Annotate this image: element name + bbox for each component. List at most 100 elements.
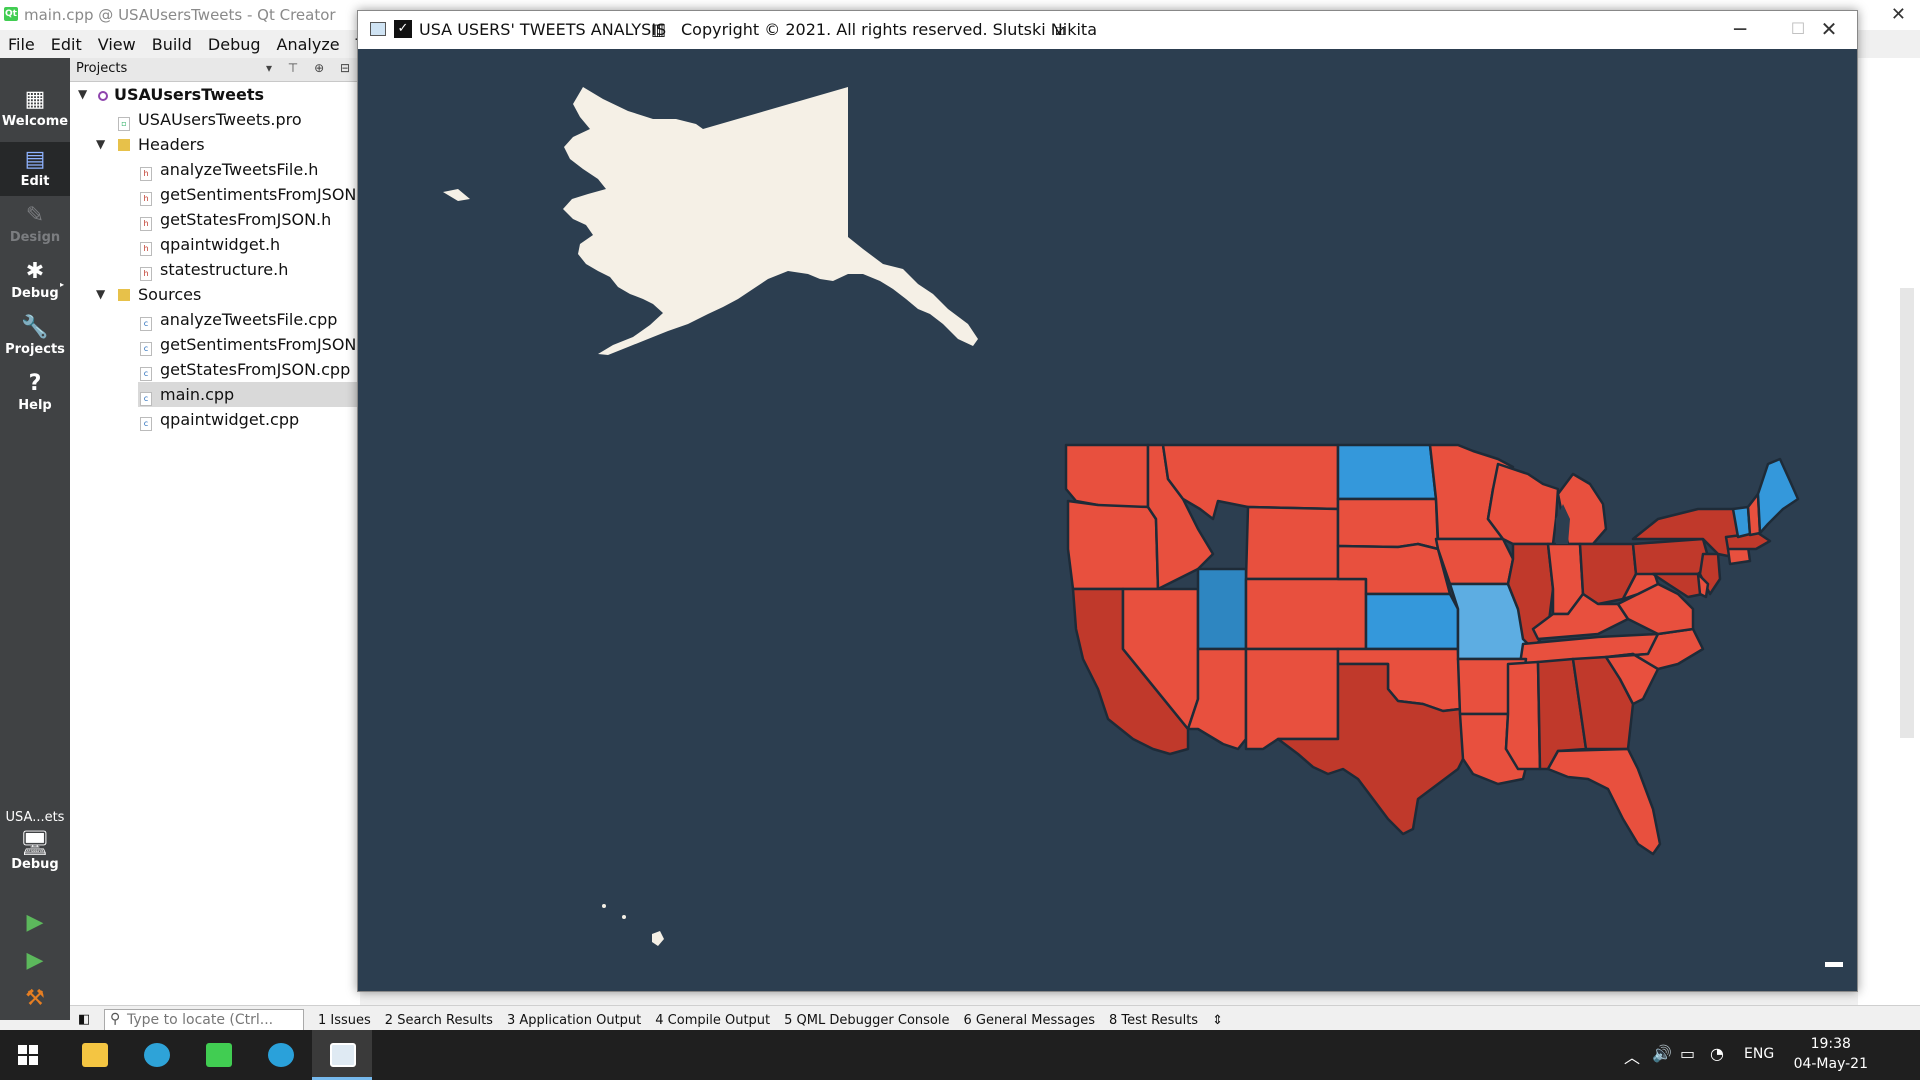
menu-analyze[interactable]: Analyze [269, 35, 348, 54]
tab-search-results[interactable]: 2 Search Results [385, 1013, 493, 1028]
editor-scrollbar[interactable] [1900, 288, 1914, 738]
mode-welcome[interactable]: ▦ Welcome [0, 82, 70, 136]
menu-file[interactable]: File [0, 35, 43, 54]
search-icon: ⚲ [110, 1011, 121, 1027]
hawaii-island [602, 904, 606, 908]
qt-logo-icon: Qt [4, 7, 18, 21]
tree-file[interactable]: h qpaintwidget.h [140, 232, 280, 257]
tree-file[interactable]: c analyzeTweetsFile.cpp [140, 307, 337, 332]
tree-headers-folder[interactable]: ▼ Headers [96, 132, 205, 157]
state-wyoming[interactable] [1244, 505, 1340, 581]
chevron-down-icon: ▼ [96, 287, 106, 301]
run-button[interactable]: ▶ [22, 910, 48, 936]
telegram-button[interactable] [250, 1030, 310, 1080]
telegram-icon [268, 1043, 294, 1067]
cpp-file-icon: c [140, 317, 152, 331]
tree-file[interactable]: c getStatesFromJSON.cpp [140, 357, 350, 382]
edge-button[interactable] [126, 1030, 186, 1080]
usa-tweets-app-button[interactable] [312, 1030, 372, 1080]
tree-file[interactable]: h getSentimentsFromJSON.h [140, 182, 372, 207]
document-icon: ▤ [24, 147, 46, 172]
tab-issues[interactable]: 1 Issues [318, 1013, 371, 1028]
tree-file[interactable]: c qpaintwidget.cpp [140, 407, 299, 432]
state-washington[interactable] [1064, 443, 1150, 509]
tab-compile-output[interactable]: 4 Compile Output [655, 1013, 770, 1028]
mode-edit[interactable]: ▤ Edit [0, 142, 70, 196]
pencil-icon: ✎ [25, 203, 45, 228]
kit-selector[interactable]: USA...ets 🖥 Debug [0, 810, 70, 872]
tab-general-messages[interactable]: 6 General Messages [963, 1013, 1095, 1028]
state-colorado[interactable] [1244, 577, 1368, 651]
clock-date: 04-May-21 [1793, 1056, 1868, 1072]
state-new-mexico[interactable] [1244, 647, 1340, 751]
header-file-icon: h [140, 217, 152, 231]
mode-help[interactable]: ? Help [0, 366, 70, 420]
folder-icon [118, 289, 130, 301]
qt-creator-button[interactable] [188, 1030, 248, 1080]
build-hammer-icon[interactable]: ⚒ [22, 986, 48, 1012]
tree-file[interactable]: h statestructure.h [140, 257, 288, 282]
wifi-icon[interactable]: ◔ [1710, 1044, 1724, 1063]
state-mississippi[interactable] [1504, 660, 1542, 771]
tree-sources-folder[interactable]: ▼ Sources [96, 282, 201, 307]
folder-icon [82, 1043, 108, 1067]
tree-file[interactable]: h analyzeTweetsFile.h [140, 157, 318, 182]
state-south-dakota[interactable] [1336, 497, 1440, 551]
mode-selector: ▦ Welcome ▤ Edit ✎ Design ✱ Debug ▸ 🔧 Pr… [0, 58, 70, 1020]
menu-view[interactable]: View [90, 35, 144, 54]
state-oregon[interactable] [1066, 499, 1160, 591]
mode-projects[interactable]: 🔧 Projects [0, 310, 70, 364]
chevron-up-icon[interactable]: ︿ [1624, 1044, 1640, 1068]
sidebar-toggle-icon[interactable]: ◧ [78, 1012, 90, 1027]
minimize-button[interactable]: ─ [1711, 11, 1769, 49]
state-north-dakota[interactable] [1336, 443, 1438, 501]
qt-close-button[interactable]: ✕ [1891, 4, 1906, 25]
target-name: USA...ets [5, 810, 65, 825]
windows-start-button[interactable] [18, 1045, 38, 1065]
mode-design[interactable]: ✎ Design [0, 198, 70, 252]
system-tray: ︿ 🔊 ▭ ◔ ENG 19:38 04-May-21 [1620, 1030, 1920, 1080]
up-down-arrow-icon[interactable]: ⇕ [1212, 1013, 1223, 1028]
state-iowa[interactable] [1434, 537, 1515, 586]
battery-icon[interactable]: ▭ [1680, 1044, 1695, 1063]
tree-file-selected[interactable]: c main.cpp [138, 382, 360, 407]
editor-area [1858, 58, 1920, 1020]
bar-chart-icon: ▥ [651, 20, 667, 39]
pane-tools[interactable]: ▾ ⊤ ⊕ ⊟ [266, 61, 356, 75]
state-pennsylvania[interactable] [1631, 537, 1712, 576]
tree-file[interactable]: c getSentimentsFromJSON.cpp [140, 332, 391, 357]
clock[interactable]: 19:38 04-May-21 [1794, 1034, 1868, 1074]
menu-build[interactable]: Build [144, 35, 200, 54]
file-explorer-button[interactable] [64, 1030, 124, 1080]
state-kansas[interactable] [1364, 592, 1460, 651]
arrow-icon: ▸ [59, 280, 64, 289]
tab-application-output[interactable]: 3 Application Output [507, 1013, 641, 1028]
header-file-icon: h [140, 192, 152, 206]
tab-qml-debugger-console[interactable]: 5 QML Debugger Console [784, 1013, 949, 1028]
language-indicator[interactable]: ENG [1744, 1046, 1774, 1062]
tree-file[interactable]: h getStatesFromJSON.h [140, 207, 331, 232]
hawaii-island [622, 915, 626, 919]
checkbox-icon: ✓ [394, 20, 412, 38]
menu-debug[interactable]: Debug [200, 35, 269, 54]
menu-edit[interactable]: Edit [43, 35, 90, 54]
header-file-icon: h [140, 167, 152, 181]
debug-run-button[interactable]: ▶ [22, 948, 48, 974]
tab-test-results[interactable]: 8 Test Results [1109, 1013, 1198, 1028]
qt-creator-icon [206, 1043, 232, 1067]
clock-time: 19:38 [1810, 1036, 1851, 1052]
state-utah[interactable] [1196, 567, 1248, 651]
close-button[interactable]: ✕ [1800, 11, 1858, 49]
tree-pro-file[interactable]: ▫ USAUsersTweets.pro [118, 107, 302, 132]
locator-input[interactable]: ⚲ Type to locate (Ctrl... [104, 1009, 304, 1032]
projects-pane-header: Projects ▾ ⊤ ⊕ ⊟ [70, 58, 360, 82]
chevron-down-icon: ▼ [96, 137, 106, 151]
header-file-icon: h [140, 242, 152, 256]
speaker-icon[interactable]: 🔊 [1652, 1044, 1672, 1063]
mode-debug[interactable]: ✱ Debug ▸ [0, 254, 70, 308]
cpp-file-icon: c [140, 367, 152, 381]
app-title: USA USERS' TWEETS ANALYSIS [419, 20, 667, 39]
tree-project[interactable]: ▼ USAUsersTweets [78, 82, 264, 107]
menu-bar: File Edit View Build Debug Analyze Tools [0, 30, 395, 58]
app-titlebar: ✓ USA USERS' TWEETS ANALYSIS ▥ Copyright… [358, 11, 1857, 49]
